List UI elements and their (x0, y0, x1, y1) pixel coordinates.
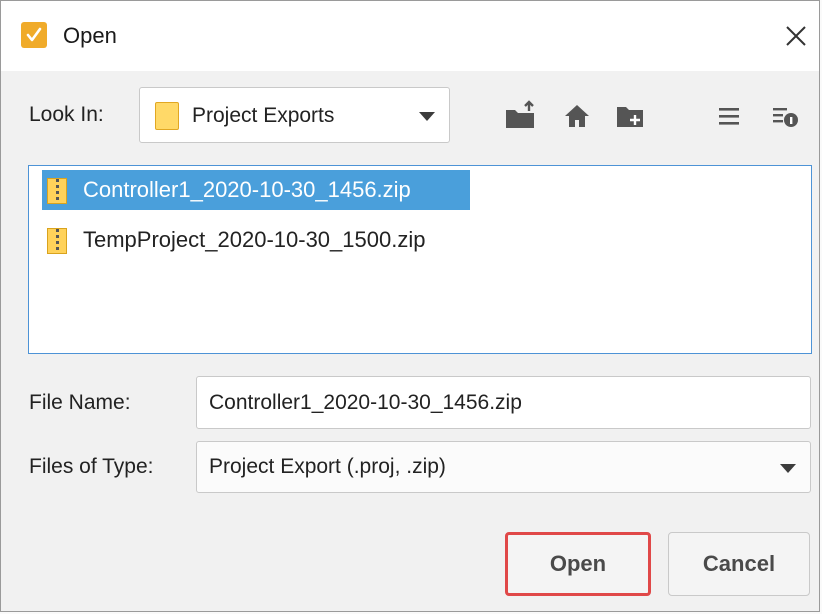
files-of-type-value: Project Export (.proj, .zip) (209, 455, 446, 478)
close-icon[interactable] (781, 21, 811, 51)
folder-up-icon[interactable] (503, 99, 537, 133)
details-view-icon[interactable] (769, 99, 803, 133)
home-icon[interactable] (561, 99, 595, 133)
files-of-type-label: Files of Type: (29, 455, 154, 478)
look-in-value: Project Exports (192, 104, 335, 127)
list-view-icon[interactable] (713, 99, 747, 133)
open-button[interactable]: Open (505, 532, 651, 596)
window-title: Open (63, 23, 117, 48)
title-bar: Open (1, 1, 819, 71)
file-name-label: File Name: (29, 391, 131, 414)
open-dialog: Open Look In: Project Exports Controller… (0, 0, 820, 612)
zip-file-icon (47, 178, 67, 204)
file-list[interactable]: Controller1_2020-10-30_1456.zip TempProj… (28, 165, 812, 354)
files-of-type-dropdown[interactable]: Project Export (.proj, .zip) (196, 441, 811, 493)
file-name-field[interactable] (196, 376, 811, 429)
look-in-dropdown[interactable]: Project Exports (139, 87, 450, 143)
cancel-button[interactable]: Cancel (668, 532, 810, 596)
chevron-down-icon (419, 112, 435, 121)
list-item[interactable]: Controller1_2020-10-30_1456.zip (42, 170, 470, 210)
file-name-text: Controller1_2020-10-30_1456.zip (83, 177, 411, 202)
folder-icon (155, 102, 179, 130)
app-logo-icon (21, 22, 47, 48)
new-folder-icon[interactable] (613, 99, 647, 133)
chevron-down-icon (780, 464, 796, 473)
list-item[interactable]: TempProject_2020-10-30_1500.zip (42, 220, 472, 260)
look-in-label: Look In: (29, 103, 104, 126)
file-name-text: TempProject_2020-10-30_1500.zip (83, 227, 426, 252)
zip-file-icon (47, 228, 67, 254)
